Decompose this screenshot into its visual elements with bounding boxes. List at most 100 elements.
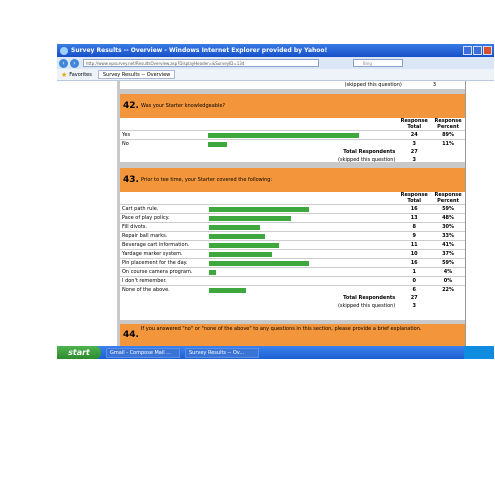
answer-percent: 37% — [431, 249, 465, 259]
answer-total: 6 — [397, 285, 432, 294]
total-respondents-value: 27 — [410, 295, 418, 301]
answer-total: 8 — [397, 222, 432, 232]
answer-percent: 4% — [431, 267, 465, 277]
answer-percent: 11% — [431, 139, 465, 148]
answer-total: 10 — [397, 249, 432, 259]
answer-label: None of the above. — [120, 285, 208, 294]
answer-bar-cell — [207, 222, 398, 232]
answer-bar-cell — [207, 285, 398, 294]
total-respondents-label: Total Respondents — [343, 149, 396, 155]
answer-total: 3 — [397, 139, 432, 148]
answer-bar — [207, 141, 227, 147]
answer-percent: 59% — [431, 204, 465, 214]
screen: Survey Results -- Overview - Windows Int… — [57, 44, 494, 359]
skipped-label: (skipped this question) — [338, 157, 396, 163]
answer-percent: 33% — [431, 231, 465, 241]
answer-bar-cell — [207, 249, 398, 259]
answer-bar-cell — [205, 139, 398, 148]
answer-total: 11 — [397, 240, 432, 250]
answer-label: Pin placement for the day. — [120, 258, 208, 268]
question-43-table: Response Total Response Percent Cart pat… — [120, 192, 465, 310]
favorites-star-icon[interactable]: ★ — [61, 71, 67, 79]
right-margin — [465, 81, 494, 346]
favorites-label[interactable]: Favorites — [69, 72, 92, 78]
answer-bar-cell — [207, 276, 398, 286]
skipped-value: 3 — [412, 303, 416, 309]
answer-total: 24 — [397, 130, 432, 140]
answer-bar-cell — [207, 213, 398, 223]
question-number: 43. — [123, 175, 139, 185]
window-controls — [463, 46, 492, 55]
prev-skipped-label: (skipped this question) — [344, 82, 402, 88]
answer-row: On course camera program. 1 4% — [120, 267, 465, 277]
answer-bar — [209, 215, 292, 221]
start-button[interactable]: start — [57, 346, 101, 359]
answer-percent: 89% — [431, 130, 465, 140]
answer-bar-cell — [207, 267, 398, 277]
answer-label: No — [120, 139, 206, 148]
page-content: (skipped this question) 3 42. Was your S… — [57, 81, 494, 346]
question-44: 44. If you answered "no" or "none of the… — [120, 324, 465, 346]
answer-bar — [209, 224, 261, 230]
question-text: Was your Starter knowledgeable? — [140, 103, 226, 109]
answer-bar-cell — [205, 130, 398, 140]
answer-percent: 41% — [431, 240, 465, 250]
answer-percent: 0% — [431, 276, 465, 286]
col-response-percent: Response Percent — [434, 192, 462, 204]
forward-icon[interactable]: › — [70, 58, 79, 68]
minimize-icon[interactable] — [463, 46, 472, 55]
question-number: 42. — [123, 101, 139, 111]
col-response-total: Response Total — [400, 118, 428, 130]
question-44-header: 44. If you answered "no" or "none of the… — [120, 324, 465, 346]
answer-row: None of the above. 6 22% — [120, 285, 465, 294]
answer-percent: 22% — [431, 285, 465, 294]
answer-row: Yardage marker system. 10 37% — [120, 249, 465, 259]
question-42-table: Response Total Response Percent Yes 24 89%… — [120, 118, 465, 164]
question-42-header: 42. Was your Starter knowledgeable? — [120, 94, 465, 118]
answer-percent: 48% — [431, 213, 465, 223]
answer-label: Fill divots. — [120, 222, 208, 232]
answer-label: Repair ball marks. — [120, 231, 208, 241]
total-respondents-label: Total Respondents — [343, 295, 396, 301]
taskbar-item-gmail[interactable]: Gmail - Compose Mail ... — [106, 347, 180, 358]
maximize-icon[interactable] — [473, 46, 482, 55]
answer-row: Cart path rule. 16 59% — [120, 204, 465, 214]
window-titlebar: Survey Results -- Overview - Windows Int… — [57, 44, 494, 57]
answer-percent: 59% — [431, 258, 465, 268]
answer-label: On course camera program. — [120, 267, 208, 277]
survey-area: (skipped this question) 3 42. Was your S… — [117, 81, 465, 346]
prev-question-tail: (skipped this question) 3 — [120, 81, 465, 89]
question-text: Prior to tee time, your Starter covered … — [140, 177, 273, 183]
answer-percent: 30% — [431, 222, 465, 232]
taskbar: start Gmail - Compose Mail ... Survey Re… — [57, 346, 494, 359]
answer-label: Pace of play policy. — [120, 213, 208, 223]
question-42: 42. Was your Starter knowledgeable? Resp… — [120, 94, 465, 164]
answer-total: 16 — [397, 204, 432, 214]
skipped-label: (skipped this question) — [337, 303, 396, 309]
tab-survey-results[interactable]: Survey Results -- Overview — [97, 70, 176, 79]
answer-bar — [209, 242, 280, 248]
answer-label: I don't remember. — [120, 276, 208, 286]
answer-total: 0 — [397, 276, 432, 286]
answer-bar — [209, 260, 310, 266]
answer-row: Pin placement for the day. 16 59% — [120, 258, 465, 268]
answer-row: Fill divots. 8 30% — [120, 222, 465, 232]
answer-label: Yes — [120, 130, 206, 140]
search-input[interactable]: Bing — [353, 59, 403, 67]
answer-bar — [207, 132, 359, 138]
url-input[interactable]: http://www.epsurvey.net/ResultsOverview.… — [83, 59, 319, 67]
col-response-percent: Response Percent — [434, 118, 462, 130]
taskbar-item-survey[interactable]: Survey Results -- Ov... — [185, 347, 259, 358]
close-icon[interactable] — [483, 46, 492, 55]
back-icon[interactable]: ‹ — [59, 58, 68, 68]
question-number: 44. — [123, 330, 139, 340]
ie-logo-icon — [60, 46, 68, 55]
answer-row: Yes 24 89% — [120, 130, 465, 140]
answer-row: No 3 11% — [120, 139, 465, 148]
answer-bar-cell — [207, 258, 398, 268]
prev-skipped-value: 3 — [432, 82, 437, 88]
answer-total: 16 — [397, 258, 432, 268]
answer-bar — [209, 233, 266, 239]
answer-row: Pace of play policy. 13 48% — [120, 213, 465, 223]
left-margin — [57, 81, 118, 346]
